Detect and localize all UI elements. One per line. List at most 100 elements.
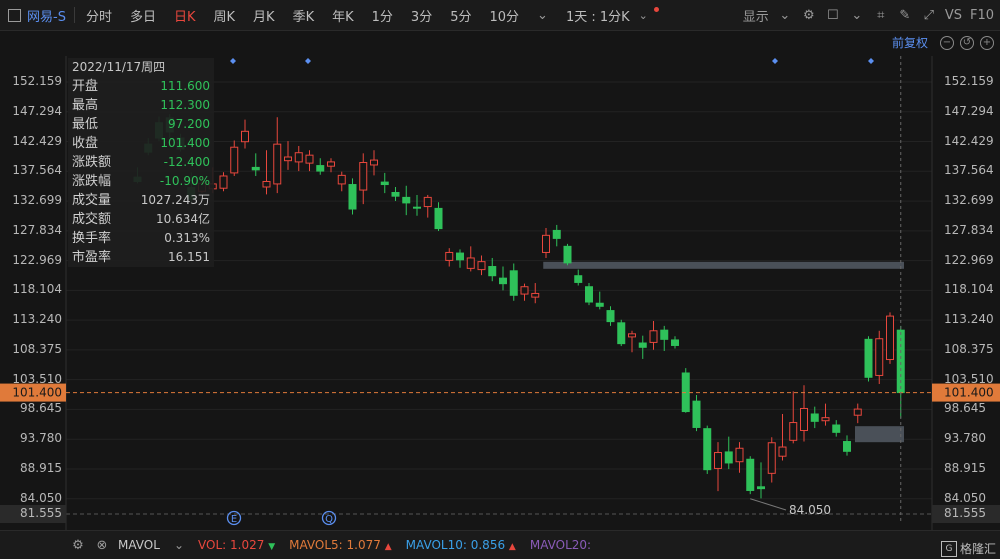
- close-circle-icon[interactable]: ⊗: [94, 537, 110, 553]
- logo-icon: G: [940, 540, 957, 557]
- candle-body: [821, 417, 830, 422]
- up-arrow-icon: ▲: [508, 542, 516, 552]
- event-marker-label: Q: [325, 514, 333, 525]
- candle-body: [563, 245, 572, 264]
- settings-gear-icon[interactable]: ⚙: [70, 537, 86, 553]
- candle-body: [359, 162, 368, 191]
- candle-body: [617, 322, 626, 345]
- candles: [133, 114, 905, 499]
- indicator-select[interactable]: MAVOL: [118, 538, 160, 552]
- candle-body: [294, 152, 303, 163]
- info-row: 涨跌幅 -10.90%: [72, 172, 210, 191]
- candle-body: [886, 315, 894, 361]
- right-axis-tick: 93.780: [944, 431, 986, 446]
- info-row: 换手率 0.313%: [72, 229, 210, 248]
- candle-body: [875, 338, 884, 376]
- right-axis-tick: 108.375: [944, 341, 994, 356]
- info-value: 111.600: [160, 79, 210, 93]
- right-axis-tick: 81.555: [944, 506, 986, 520]
- down-arrow-icon: ▼: [268, 542, 276, 552]
- info-row: 成交量 1027.243万: [72, 191, 210, 210]
- candle-body: [628, 333, 636, 338]
- candle-body: [724, 451, 733, 464]
- candle-body: [477, 261, 486, 271]
- info-label: 最高: [72, 98, 99, 113]
- info-value: 10.634亿: [156, 212, 210, 226]
- right-axis-tick: 98.645: [944, 401, 986, 416]
- gap-band: [855, 426, 904, 443]
- info-label: 收盘: [72, 136, 99, 151]
- candle-body: [843, 441, 851, 452]
- left-axis-tick: 152.159: [12, 74, 62, 88]
- candle-body: [767, 442, 776, 474]
- candle-body: [778, 446, 787, 457]
- candle-body: [660, 329, 669, 340]
- candle-body: [595, 302, 604, 307]
- candle-body: [714, 452, 722, 469]
- candle-body: [574, 275, 583, 283]
- candle-body: [219, 175, 228, 189]
- info-value: 101.400: [160, 136, 210, 150]
- candle-body: [456, 252, 464, 261]
- candle-body: [832, 424, 841, 433]
- info-row: 涨跌额 -12.400: [72, 153, 210, 172]
- candle-body: [509, 270, 518, 296]
- left-axis-tick: 108.375: [12, 341, 62, 356]
- candle-body: [230, 146, 239, 174]
- info-label: 换手率: [72, 231, 112, 246]
- candle-body: [810, 413, 819, 422]
- candle-body: [542, 234, 550, 253]
- event-diamond-icon[interactable]: [305, 58, 311, 64]
- mavol10-label: MAVOL10:: [405, 538, 467, 552]
- info-label: 市盈率: [72, 250, 112, 265]
- candle-body: [273, 143, 282, 185]
- info-row: 成交额 10.634亿: [72, 210, 210, 229]
- info-row: 最高 112.300: [72, 96, 210, 115]
- info-label: 涨跌额: [72, 155, 112, 170]
- watermark-text: 格隆汇: [959, 542, 996, 556]
- event-diamond-icon[interactable]: [230, 58, 236, 64]
- info-label: 开盘: [72, 79, 99, 94]
- right-axis-tick: 152.159: [944, 74, 994, 88]
- left-axis-tick: 84.050: [20, 490, 62, 505]
- candle-body: [370, 159, 378, 166]
- right-axis-tick: 88.915: [944, 460, 986, 475]
- right-axis-tick: 142.429: [944, 133, 994, 148]
- candle-body: [391, 191, 400, 197]
- left-axis-tick: 113.240: [12, 312, 62, 327]
- candle-body: [488, 266, 497, 277]
- right-axis-tick: 118.104: [944, 282, 994, 297]
- candle-body: [316, 165, 325, 172]
- candle-body: [241, 130, 249, 143]
- gap-band: [543, 261, 904, 269]
- event-diamond-icon[interactable]: [868, 58, 874, 64]
- event-diamond-icon[interactable]: [772, 58, 778, 64]
- candle-body: [413, 206, 421, 209]
- candle-body: [445, 251, 454, 261]
- candle-body: [520, 286, 529, 295]
- left-axis-tick: 127.834: [12, 222, 62, 237]
- right-axis-tick: 132.699: [944, 193, 994, 208]
- info-row: 收盘 101.400: [72, 134, 210, 153]
- right-axis-tick: 103.510: [944, 371, 994, 386]
- vol-label: VOL:: [198, 538, 227, 552]
- ohlc-info-panel: 2022/11/17周四 开盘 111.600 最高 112.300 最低 97.200 收…: [68, 58, 214, 267]
- candle-body: [348, 184, 357, 210]
- left-axis-tick: 142.429: [12, 133, 62, 148]
- mavol20-label: MAVOL20:: [529, 538, 592, 552]
- candle-body: [757, 486, 765, 490]
- mavol5-value: 1.077: [346, 538, 381, 552]
- indicator-chevron-icon[interactable]: ⌄: [174, 538, 184, 552]
- candle-body: [531, 292, 540, 298]
- candle-body: [402, 196, 411, 204]
- min-annotation-line: [750, 498, 787, 511]
- info-value: 0.313%: [164, 231, 210, 245]
- candle-body: [499, 277, 507, 285]
- right-axis-tick: 84.050: [944, 490, 986, 505]
- left-axis-tick: 81.555: [20, 506, 62, 520]
- candle-body: [327, 161, 335, 167]
- info-value: 97.200: [168, 117, 210, 131]
- info-value: 1027.243万: [140, 193, 210, 207]
- left-axis-tick: 103.510: [12, 371, 62, 386]
- candle-body: [638, 342, 647, 348]
